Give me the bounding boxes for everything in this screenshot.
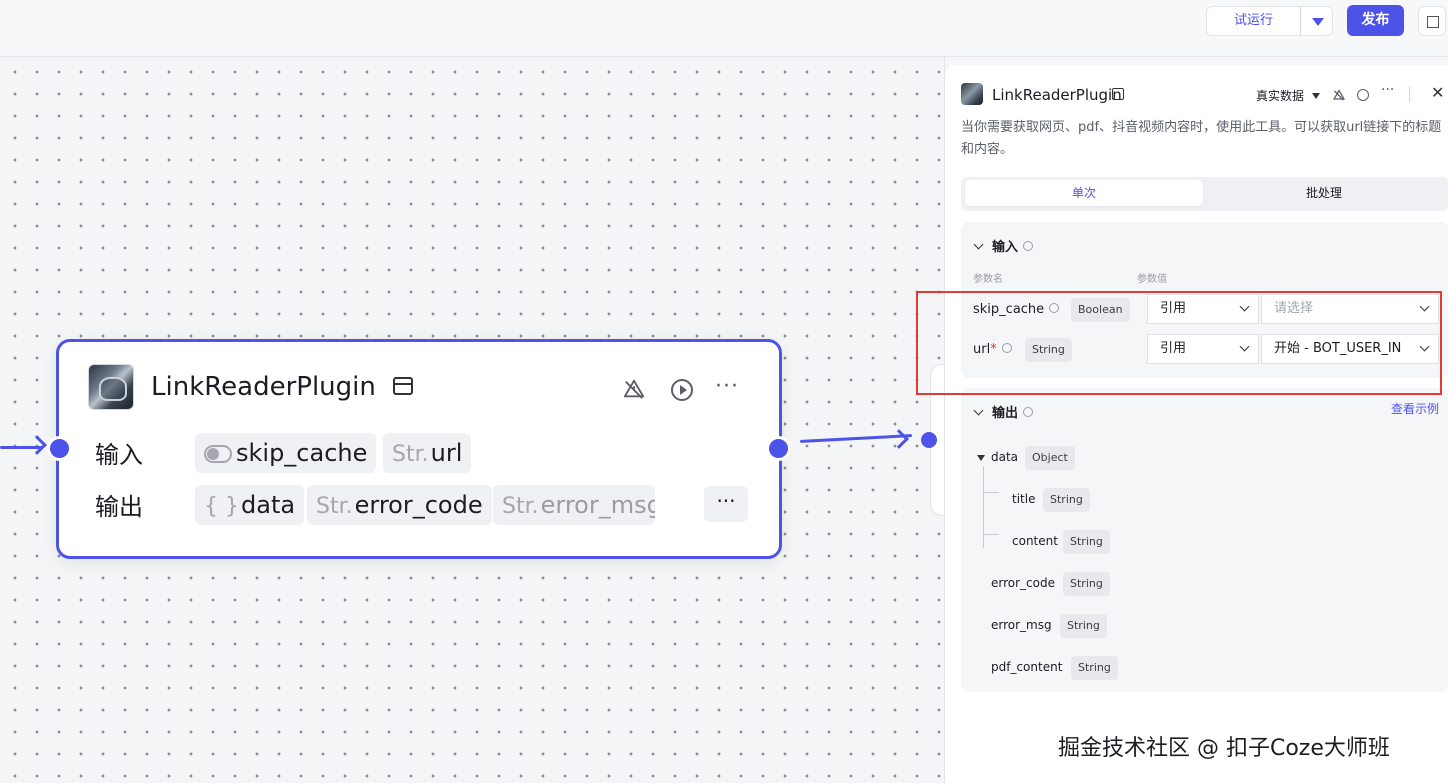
output-section-header[interactable]: 输出 <box>973 402 1034 421</box>
output-field-name: title <box>1012 492 1036 506</box>
output-field-name: data <box>991 450 1019 464</box>
output-chip-data: { }data <box>195 485 305 525</box>
param-value-column-header: 参数值 <box>1137 274 1167 285</box>
boolean-toggle-icon <box>204 445 232 463</box>
data-mode-caret-icon[interactable] <box>1312 93 1320 99</box>
output-field-name: error_code <box>991 576 1055 590</box>
publish-button[interactable]: 发布 <box>1347 5 1404 36</box>
close-icon[interactable]: ✕ <box>1431 83 1444 102</box>
info-icon[interactable] <box>1023 241 1034 251</box>
chevron-down-icon <box>973 405 984 416</box>
outputs-more-button[interactable]: ··· <box>704 486 748 522</box>
store-icon <box>393 377 413 395</box>
output-field-type: String <box>1063 572 1110 596</box>
output-field-type: String <box>1060 614 1107 638</box>
input-chip-url: Str.url <box>383 433 472 473</box>
view-example-link[interactable]: 查看示例 <box>1391 400 1439 417</box>
window-toggle-icon[interactable] <box>1418 6 1446 36</box>
panel-card: LinkReaderPlugin 真实数据 ··· ✕ 当你需要获取网页、pdf… <box>945 65 1448 783</box>
more-options-icon[interactable]: ··· <box>715 374 739 399</box>
info-icon[interactable] <box>1023 407 1034 417</box>
trial-run-dropdown-icon[interactable] <box>1300 6 1333 36</box>
output-field-type: String <box>1043 488 1090 512</box>
tab-batch[interactable]: 批处理 <box>1205 180 1443 206</box>
output-field-name: content <box>1012 534 1058 548</box>
watermark: 掘金技术社区 @ 扣子Coze大师班 <box>1058 736 1390 761</box>
output-field-name: error_msg <box>991 618 1052 632</box>
highlight-annotation-box <box>916 291 1442 395</box>
node-input-port[interactable] <box>47 436 72 461</box>
top-toolbar: 试运行 发布 <box>0 0 1448 57</box>
panel-store-icon <box>1112 88 1124 100</box>
output-section: 输出 查看示例 data Object title String content… <box>961 388 1448 692</box>
tree-line <box>983 466 984 548</box>
panel-play-icon[interactable] <box>1357 89 1369 101</box>
output-field-type: String <box>1063 530 1110 554</box>
trial-run-button[interactable]: 试运行 <box>1206 6 1301 36</box>
plugin-node[interactable]: LinkReaderPlugin ··· 输入 输出 skip_cache St… <box>56 339 782 559</box>
chevron-down-icon <box>973 239 984 250</box>
alert-off-icon[interactable] <box>1333 89 1345 101</box>
param-name-column-header: 参数名 <box>973 274 1003 285</box>
node-output-label: 输出 <box>95 493 143 521</box>
node-title: LinkReaderPlugin <box>151 372 376 402</box>
node-output-port[interactable] <box>766 436 791 461</box>
tree-branch <box>983 534 999 535</box>
output-chip-error-code: Str.error_code <box>307 485 492 525</box>
output-field-type: Object <box>1025 446 1075 470</box>
input-section-header[interactable]: 输入 <box>973 236 1034 255</box>
plugin-description: 当你需要获取网页、pdf、抖音视频内容时，使用此工具。可以获取url链接下的标题… <box>961 120 1442 157</box>
panel-plugin-avatar <box>961 83 983 105</box>
plugin-avatar <box>88 364 134 410</box>
panel-more-icon[interactable]: ··· <box>1381 82 1394 98</box>
node-input-label: 输入 <box>95 441 143 469</box>
node-config-panel: LinkReaderPlugin 真实数据 ··· ✕ 当你需要获取网页、pdf… <box>944 57 1448 783</box>
output-chip-error-msg: Str.error_msg <box>493 485 655 525</box>
panel-title: LinkReaderPlugin <box>992 86 1122 104</box>
tree-branch <box>983 492 999 493</box>
tree-expand-icon[interactable] <box>977 455 985 461</box>
output-field-name: pdf_content <box>991 660 1063 674</box>
tab-single[interactable]: 单次 <box>965 180 1203 206</box>
alert-off-icon[interactable] <box>623 378 645 400</box>
panel-header-divider <box>1409 86 1410 102</box>
mode-tabs: 单次 批处理 <box>961 177 1448 211</box>
play-icon[interactable] <box>671 379 693 401</box>
data-mode-select[interactable]: 真实数据 <box>1256 87 1304 104</box>
output-field-type: String <box>1071 656 1118 680</box>
input-chip-skip-cache: skip_cache <box>195 433 377 473</box>
next-node-input-port[interactable] <box>921 432 937 448</box>
